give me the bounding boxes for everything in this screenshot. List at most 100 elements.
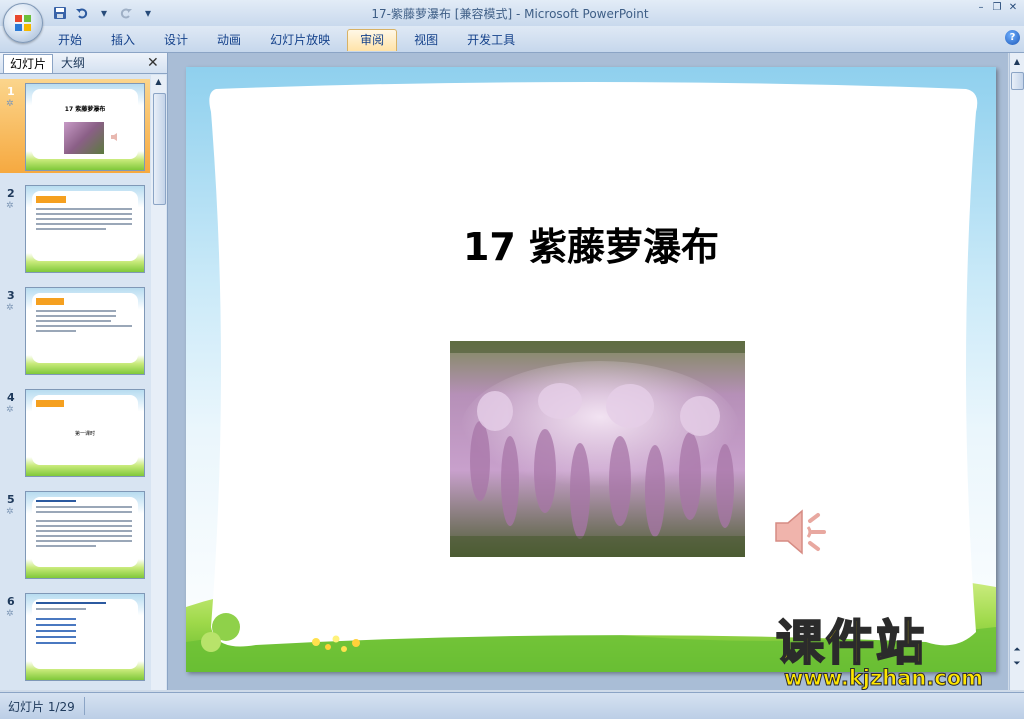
close-icon[interactable]: ✕ <box>147 55 159 71</box>
slide-thumbnail[interactable] <box>25 593 145 681</box>
thumbnail-text-line <box>36 540 132 542</box>
speaker-icon[interactable] <box>772 503 832 561</box>
watermark-url: www.kjzhan.com <box>783 666 984 691</box>
thumbnail-text-line <box>36 325 132 327</box>
tab-slideshow[interactable]: 幻灯片放映 <box>258 29 342 51</box>
redo-icon[interactable] <box>118 5 134 21</box>
slide-thumbnail[interactable] <box>25 491 145 579</box>
window-controls: – ❐ ✕ <box>974 2 1020 14</box>
slide-thumbnail[interactable]: 第一课时 <box>25 389 145 477</box>
tab-slides[interactable]: 幻灯片 <box>3 54 54 73</box>
thumbnail-heading-tag <box>36 196 66 203</box>
speaker-icon <box>111 133 117 141</box>
thumbnail-text-line <box>36 520 132 522</box>
thumbnail-text-line <box>36 315 116 317</box>
panel-tabs: 幻灯片 大纲 ✕ <box>0 53 167 74</box>
thumbnail-number: 1 <box>7 85 15 98</box>
minimize-icon[interactable]: – <box>974 2 988 14</box>
thumbnail-text-line <box>36 223 132 225</box>
wisteria-image <box>450 341 745 557</box>
thumbnail-number: 6 <box>7 595 15 608</box>
help-icon[interactable]: ? <box>1005 30 1020 45</box>
thumbnail-title: 17 紫藤萝瀑布 <box>64 106 106 113</box>
scrollbar-thumb[interactable] <box>153 93 166 205</box>
thumbnail-text-line <box>36 618 76 620</box>
status-divider <box>84 697 85 715</box>
tab-animations[interactable]: 动画 <box>205 29 253 51</box>
thumbnail-row[interactable]: 1 ✲ 17 紫藤萝瀑布 <box>0 79 150 173</box>
save-icon[interactable] <box>52 5 68 21</box>
thumbnail-text-line <box>36 602 106 604</box>
thumbnail-row[interactable]: 6 ✲ <box>0 589 150 683</box>
animation-star-icon: ✲ <box>6 303 14 313</box>
animation-star-icon: ✲ <box>6 99 14 109</box>
tab-insert[interactable]: 插入 <box>99 29 147 51</box>
thumbnail-number: 2 <box>7 187 15 200</box>
thumbnail-row[interactable]: 4 ✲ 第一课时 <box>0 385 150 479</box>
thumbnail-text-line <box>36 608 86 610</box>
thumbnail-text-line <box>36 330 76 332</box>
previous-slide-icon[interactable]: ⏶ <box>1010 645 1024 657</box>
thumbnail-text-line <box>36 218 132 220</box>
vertical-scrollbar[interactable] <box>1009 53 1024 690</box>
slide-title[interactable]: 17 紫藤萝瀑布 <box>186 216 996 271</box>
wisteria-photo[interactable] <box>450 341 745 557</box>
slides-panel: 幻灯片 大纲 ✕ 1 ✲ 17 紫藤萝瀑布 2 ✲ 3 ✲ 4 ✲ 第一课时 5… <box>0 53 168 690</box>
tab-home[interactable]: 开始 <box>46 29 94 51</box>
animation-star-icon: ✲ <box>6 201 14 211</box>
animation-star-icon: ✲ <box>6 507 14 517</box>
thumbnail-row[interactable]: 5 ✲ <box>0 487 150 581</box>
thumbnail-text-line <box>36 535 132 537</box>
thumbnail-text-line <box>36 506 132 508</box>
thumbnail-text-line <box>36 525 132 527</box>
close-icon[interactable]: ✕ <box>1006 2 1020 14</box>
ribbon: 开始 插入 设计 动画 幻灯片放映 审阅 视图 开发工具 <box>0 26 1024 53</box>
thumbnail-text-line <box>36 624 76 626</box>
chevron-down-icon[interactable]: ▾ <box>96 5 112 21</box>
watermark-text: 课件站 <box>775 615 927 671</box>
tab-review[interactable]: 审阅 <box>347 29 398 51</box>
next-slide-icon[interactable]: ⏷ <box>1010 659 1024 671</box>
tab-view[interactable]: 视图 <box>402 29 450 51</box>
thumbnail-text-line <box>36 310 116 312</box>
thumbnail-number: 4 <box>7 391 15 404</box>
slide-thumbnail[interactable] <box>25 287 145 375</box>
thumbnail-list: 1 ✲ 17 紫藤萝瀑布 2 ✲ 3 ✲ 4 ✲ 第一课时 5 ✲ 6 ✲ <box>0 75 150 690</box>
thumbnail-heading-tag <box>36 298 64 305</box>
thumbnail-text-line <box>36 630 76 632</box>
ribbon-tabs: 开始 插入 设计 动画 幻灯片放映 审阅 视图 开发工具 <box>46 29 532 51</box>
scroll-up-icon[interactable]: ▲ <box>151 75 166 89</box>
scroll-up-icon[interactable]: ▲ <box>1010 55 1024 69</box>
tab-design[interactable]: 设计 <box>152 29 200 51</box>
thumbnail-photo <box>64 122 104 154</box>
tab-developer[interactable]: 开发工具 <box>455 29 527 51</box>
thumbnail-text-line <box>36 500 76 502</box>
thumbnail-row[interactable]: 2 ✲ <box>0 181 150 275</box>
thumbnail-text-line <box>36 530 132 532</box>
thumbnail-text-line <box>36 636 76 638</box>
thumbnail-text-line <box>36 228 106 230</box>
slide-counter: 幻灯片 1/29 <box>8 700 75 714</box>
slide-thumbnail[interactable]: 17 紫藤萝瀑布 <box>25 83 145 171</box>
thumbnail-text-line <box>36 511 132 513</box>
slide-thumbnail[interactable] <box>25 185 145 273</box>
quick-access-toolbar: ▾ ▾ <box>52 3 156 23</box>
window-title: 17-紫藤萝瀑布 [兼容模式] - Microsoft PowerPoint <box>371 7 649 21</box>
thumbnail-center-text: 第一课时 <box>74 431 95 437</box>
thumbnail-number: 5 <box>7 493 15 506</box>
undo-icon[interactable] <box>74 5 90 21</box>
thumbnail-text-line <box>36 213 132 215</box>
animation-star-icon: ✲ <box>6 609 14 619</box>
thumbnail-number: 3 <box>7 289 15 302</box>
office-logo-icon <box>15 15 31 31</box>
tab-outline[interactable]: 大纲 <box>55 54 91 72</box>
thumbnail-heading-tag <box>36 400 64 407</box>
thumbnail-text-line <box>36 642 76 644</box>
scrollbar-thumb[interactable] <box>1011 72 1024 90</box>
office-button[interactable] <box>3 3 43 43</box>
thumbnail-text-line <box>36 545 96 547</box>
customize-qat-icon[interactable]: ▾ <box>140 5 156 21</box>
thumbnail-text-line <box>36 320 111 322</box>
thumbnail-row[interactable]: 3 ✲ <box>0 283 150 377</box>
restore-icon[interactable]: ❐ <box>990 2 1004 14</box>
